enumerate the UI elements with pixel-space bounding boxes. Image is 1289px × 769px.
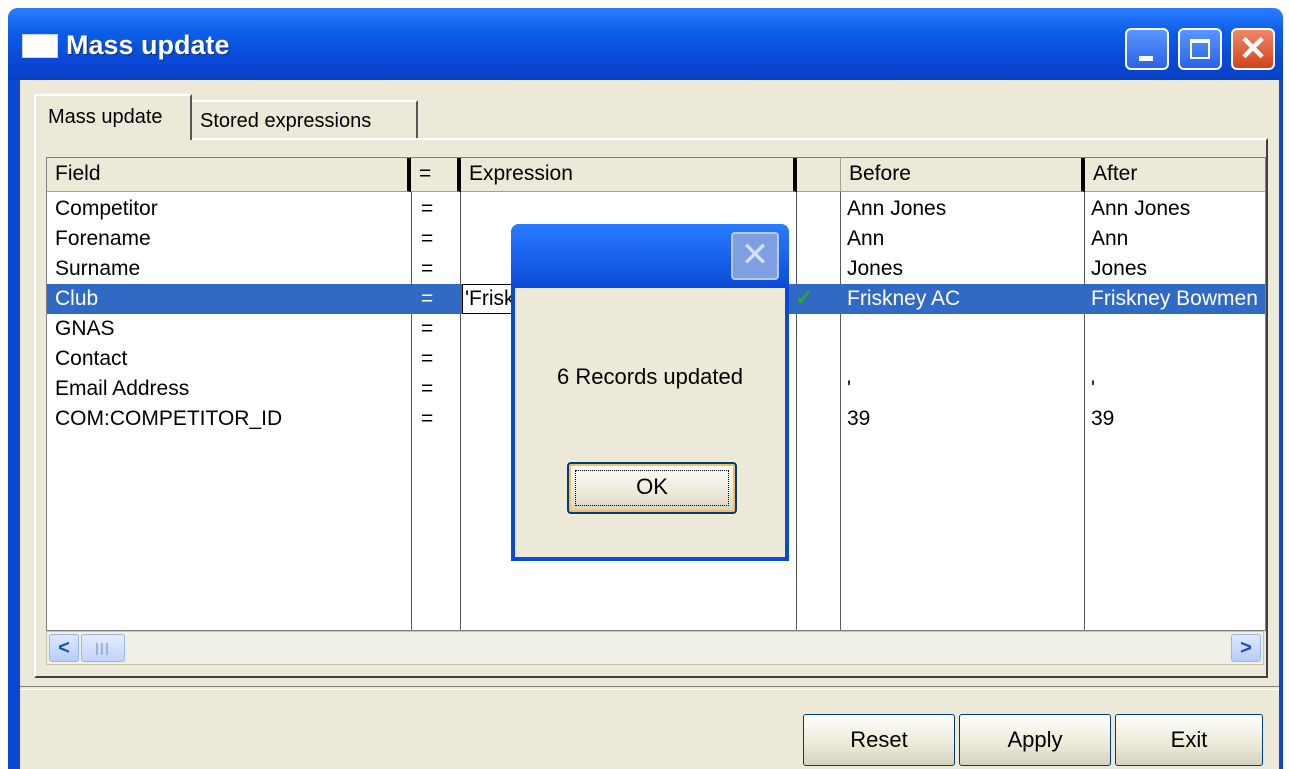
cell-after: Jones [1091,257,1148,280]
apply-button[interactable]: Apply [959,714,1111,766]
column-header-after[interactable]: After [1085,158,1265,192]
column-header-field[interactable]: Field [47,158,411,192]
scroll-left-icon[interactable]: < [49,634,79,662]
cell-after [1091,314,1263,344]
cell-eq: = [421,377,434,400]
minimize-icon [1139,56,1153,61]
scroll-right-icon[interactable]: > [1231,634,1261,662]
column-header-eq[interactable]: = [411,158,461,192]
maximize-button[interactable] [1178,28,1222,70]
message-dialog: ✕ 6 Records updated OK [511,224,789,561]
cell-after: Friskney Bowmen [1091,287,1258,310]
grip-mark [106,643,108,655]
cell-field: Competitor [55,197,158,220]
cell-eq: = [421,227,434,250]
column-header-expression[interactable]: Expression [461,158,797,192]
cell-eq: = [421,407,434,430]
scroll-thumb[interactable] [81,634,125,662]
cell-expression[interactable] [465,194,791,224]
cell-before: Ann [847,227,885,250]
cell-eq: = [421,257,434,280]
window-icon [22,34,58,58]
grip-mark [101,643,103,655]
cell-after: Ann [1091,227,1129,250]
cell-eq: = [421,317,434,340]
cell-before: 39 [847,407,871,430]
cell-after: Ann Jones [1091,197,1191,220]
cell-field: Contact [55,347,128,370]
horizontal-scrollbar[interactable]: < > [46,631,1264,665]
close-icon: ✕ [1238,30,1268,68]
title-bar[interactable]: Mass update ✕ [8,8,1283,80]
dialog-title-bar[interactable]: ✕ [511,224,789,288]
cell-after: ' [1091,377,1096,400]
dialog-close-icon[interactable]: ✕ [731,232,779,280]
cell-eq: = [421,347,434,370]
exit-button[interactable]: Exit [1115,714,1263,766]
cell-field: Club [55,287,99,310]
close-button[interactable]: ✕ [1231,28,1275,70]
maximize-icon [1190,39,1210,59]
cell-before: Jones [847,257,904,280]
cell-field: COM:COMPETITOR_ID [55,407,283,430]
tab-stored-expressions[interactable]: Stored expressions [192,100,418,140]
minimize-button[interactable] [1125,28,1169,70]
cell-after [1091,344,1263,374]
cell-field: Surname [55,257,141,280]
check-icon: ✓ [795,285,814,310]
dialog-message: 6 Records updated [557,364,743,389]
ok-button[interactable]: OK [567,462,737,514]
separator [20,686,1279,690]
cell-field: GNAS [55,317,115,340]
table-row[interactable]: Competitor = Ann Jones Ann Jones [47,194,1265,224]
cell-after: 39 [1091,407,1115,430]
column-header-before[interactable]: Before [841,158,1085,192]
cell-before: Ann Jones [847,197,947,220]
cell-eq: = [421,197,434,220]
cell-field: Forename [55,227,151,250]
cell-eq: = [421,287,434,310]
cell-before [847,344,1077,374]
window-title: Mass update [66,30,230,60]
focus-rect [575,470,729,506]
column-header-blank[interactable] [797,158,841,192]
reset-button[interactable]: Reset [803,714,955,766]
cell-before: ' [847,377,852,400]
tab-mass-update[interactable]: Mass update [34,94,192,140]
cell-before [847,314,1077,344]
grip-mark [96,643,98,655]
cell-field: Email Address [55,377,190,400]
cell-before: Friskney AC [847,287,961,310]
dialog-body: 6 Records updated OK [515,288,785,557]
